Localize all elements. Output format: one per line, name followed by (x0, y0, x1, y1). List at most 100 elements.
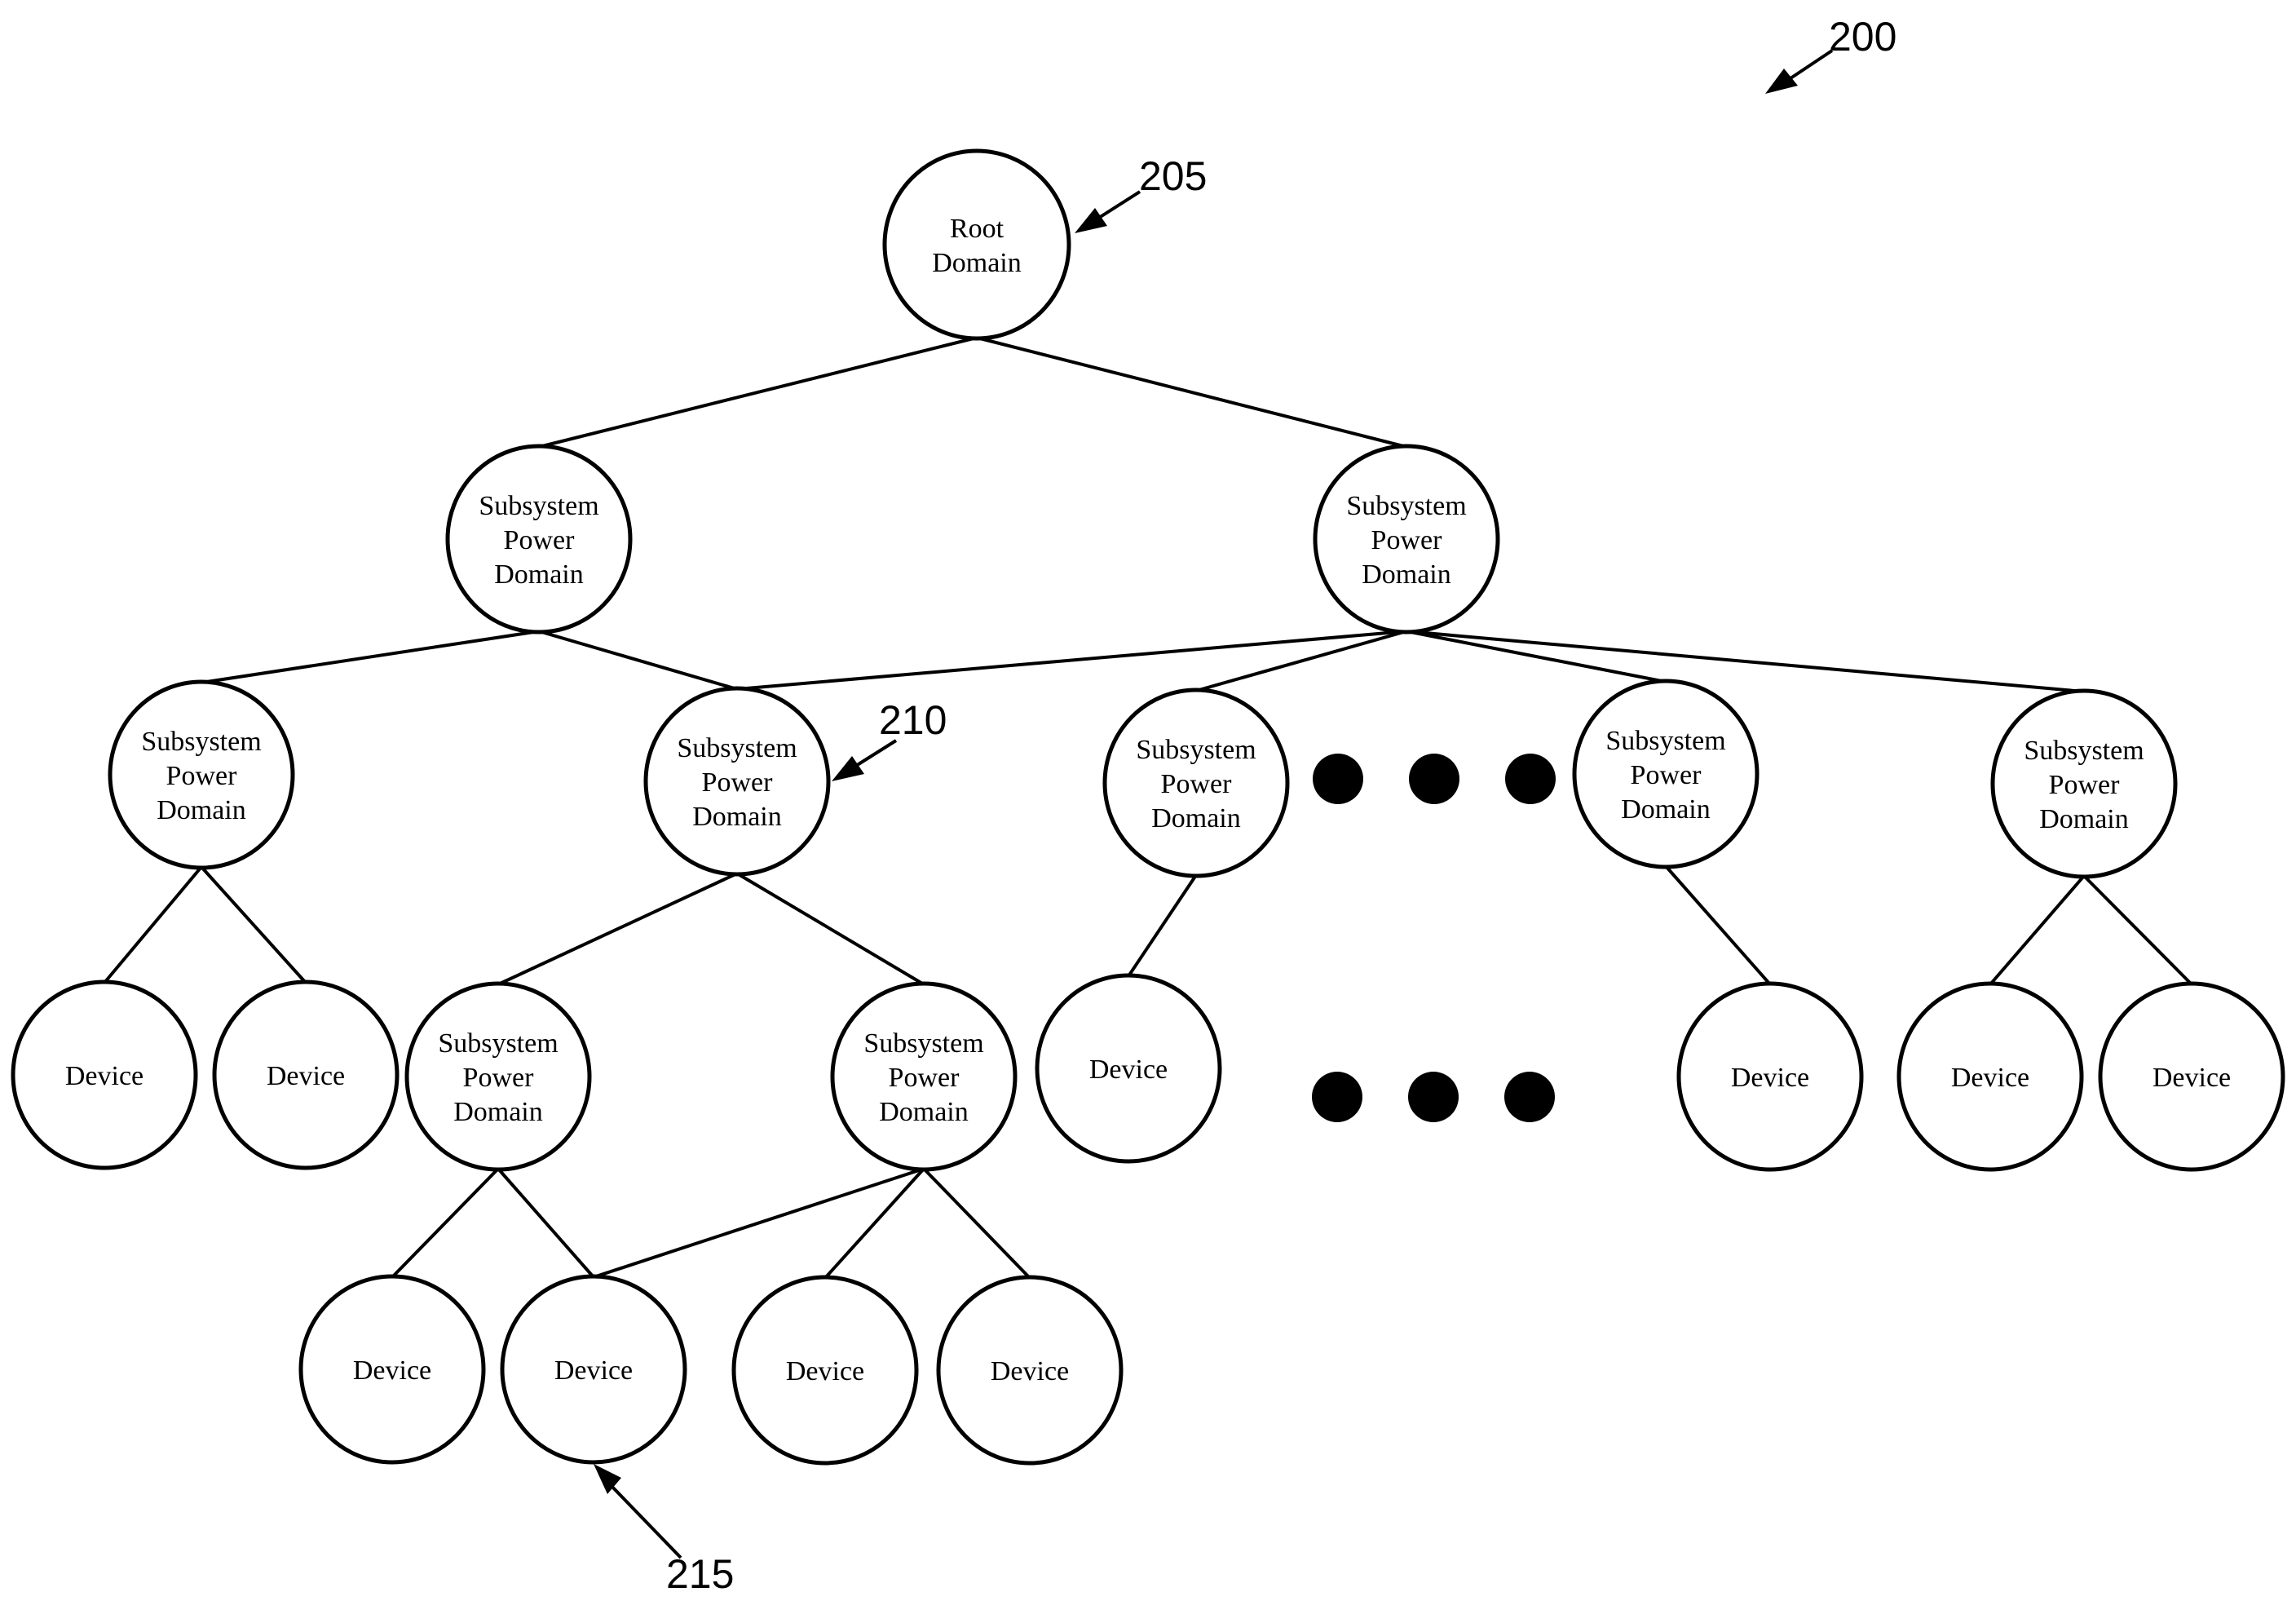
subsystem-power-domain-node: Subsystem Power Domain (830, 981, 1018, 1172)
node-label-line: Domain (692, 802, 782, 832)
edge-l2e-to-l3h (2082, 874, 2193, 986)
callout-205-arrowhead-icon (1075, 208, 1107, 233)
ellipsis-dot-icon (1409, 754, 1459, 804)
edge-l3c-to-l4b (497, 1167, 595, 1279)
node-label-line: Device (1951, 1063, 2029, 1093)
node-label-line: Power (702, 767, 774, 798)
node-label-line: Device (2152, 1063, 2231, 1093)
callout-210-arrow-line (850, 739, 898, 770)
device-node: Device (1035, 973, 1222, 1164)
device-node: Device (11, 979, 198, 1170)
edge-l1b-to-l2e (1406, 630, 2085, 693)
node-label-line: Subsystem (1136, 735, 1256, 765)
device-node: Device (1676, 981, 1864, 1172)
node-label-line: Subsystem (677, 733, 797, 763)
node-label-line: Domain (1151, 803, 1241, 834)
power-domain-tree-diagram: Root Domain Subsystem Power Domain Subsystem P… (11, 14, 2285, 1597)
node-label-line: Device (353, 1355, 431, 1386)
callout-200: 200 (1765, 14, 1896, 94)
node-label-line: Power (1161, 769, 1233, 799)
callout-215-arrow-line (608, 1483, 682, 1559)
edge-l2b-to-l3d (735, 872, 925, 986)
edge-l2a-to-l3a (103, 865, 203, 984)
node-label-line: Domain (879, 1097, 969, 1127)
ellipsis-device-level (1312, 1072, 1555, 1122)
node-label-line: Power (166, 761, 238, 791)
node-label-line: Power (504, 525, 576, 555)
edge-root-to-l1a (538, 336, 978, 449)
node-label-line: Device (1731, 1063, 1809, 1093)
edge-l3d-to-l4d (922, 1167, 1031, 1280)
subsystem-power-domain-node: Subsystem Power Domain (1102, 688, 1290, 878)
ellipsis-dot-icon (1312, 1072, 1362, 1122)
node-label-line: Device (991, 1356, 1069, 1386)
edge-l2b-to-l3c (497, 872, 738, 986)
callout-200-arrowhead-icon (1765, 69, 1798, 94)
nodes-layer: Root Domain Subsystem Power Domain Subsystem P… (11, 148, 2285, 1466)
node-label-line: Subsystem (141, 727, 261, 757)
device-node: Device (298, 1274, 486, 1465)
ellipsis-dot-icon (1504, 1072, 1555, 1122)
node-label-line: Domain (932, 248, 1022, 278)
node-label-line: Device (1089, 1055, 1168, 1085)
edge-l1a-to-l2a (201, 630, 540, 684)
node-label-line: Domain (1621, 794, 1711, 825)
root-domain-circle (882, 148, 1071, 341)
device-node: Device (1896, 981, 2084, 1172)
node-label-line: Subsystem (863, 1028, 983, 1059)
callout-210: 210 (832, 697, 947, 781)
edge-l3c-to-l4a (391, 1167, 500, 1279)
ellipsis-dot-icon (1408, 1072, 1459, 1122)
node-label-line: Subsystem (2024, 736, 2144, 766)
node-label-line: Domain (1362, 559, 1451, 590)
callout-215: 215 (594, 1464, 734, 1597)
node-label-line: Power (2049, 770, 2121, 800)
node-label-line: Device (65, 1061, 144, 1091)
edge-l2c-to-l3e (1127, 873, 1198, 978)
device-node: Device (2098, 981, 2285, 1172)
callout-205: 205 (1075, 153, 1207, 233)
node-label-line: Device (554, 1355, 633, 1386)
subsystem-power-domain-node: Subsystem Power Domain (1572, 679, 1760, 869)
device-node: Device (212, 979, 400, 1170)
node-label-line: Subsystem (1605, 726, 1725, 756)
ellipsis-subsystem-level (1313, 754, 1556, 804)
node-label-line: Domain (494, 559, 584, 590)
root-domain-node: Root Domain (882, 148, 1071, 341)
subsystem-power-domain-node: Subsystem Power Domain (643, 686, 831, 877)
node-label-line: Domain (157, 795, 246, 825)
node-label-line: Device (786, 1356, 864, 1386)
node-label-line: Power (1631, 760, 1702, 790)
ellipsis-dot-icon (1313, 754, 1363, 804)
subsystem-power-domain-node: Subsystem Power Domain (1990, 688, 2178, 879)
node-label-line: Device (267, 1061, 345, 1091)
device-node: Device (936, 1275, 1124, 1466)
callout-210-arrowhead-icon (832, 756, 864, 781)
device-node: Device (731, 1275, 919, 1466)
subsystem-power-domain-node: Subsystem Power Domain (404, 981, 592, 1172)
edge-root-to-l1b (976, 336, 1407, 449)
callout-200-label: 200 (1829, 14, 1896, 60)
subsystem-power-domain-node: Subsystem Power Domain (108, 679, 295, 870)
node-label-line: Subsystem (1346, 491, 1466, 521)
ellipsis-layer (1312, 754, 1556, 1122)
node-label-line: Subsystem (438, 1028, 558, 1059)
edge-l2a-to-l3b (200, 865, 307, 984)
edge-l2d-to-l3f (1664, 864, 1772, 986)
callout-210-label: 210 (879, 697, 947, 743)
node-label-line: Power (463, 1063, 535, 1093)
callout-205-label: 205 (1139, 153, 1207, 199)
subsystem-power-domain-node: Subsystem Power Domain (445, 444, 633, 635)
callout-200-arrow-line (1784, 49, 1834, 83)
node-label-line: Domain (2039, 804, 2129, 834)
node-label-line: Domain (453, 1097, 543, 1127)
edge-l2e-to-l3g (1989, 874, 2086, 986)
callout-215-label: 215 (666, 1551, 734, 1597)
edge-l1b-to-l2d (1406, 630, 1667, 683)
subsystem-power-domain-node: Subsystem Power Domain (1313, 444, 1500, 635)
device-node: Device (500, 1274, 687, 1465)
edge-l1a-to-l2b (538, 630, 738, 691)
node-label-line: Root (950, 214, 1004, 244)
node-label-line: Power (1371, 525, 1443, 555)
node-label-line: Subsystem (479, 491, 598, 521)
